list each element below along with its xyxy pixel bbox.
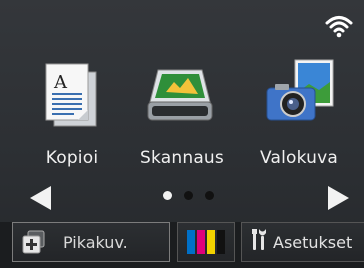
next-page-arrow-icon[interactable] — [324, 184, 352, 212]
shortcut-label: Pikakuv. — [63, 232, 128, 252]
wrench-screwdriver-icon — [242, 228, 268, 256]
photo-label: Valokuva — [259, 148, 339, 168]
svg-text:A: A — [53, 72, 68, 93]
ink-cyan — [187, 230, 195, 254]
photo-app-button[interactable]: Valokuva — [244, 58, 354, 168]
page-dot-3 — [205, 191, 214, 200]
scan-app-button[interactable]: Skannaus — [127, 58, 237, 168]
ink-magenta — [197, 230, 205, 254]
settings-label: Asetukset — [273, 232, 353, 252]
page-dot-1 — [163, 191, 172, 200]
photo-camera-icon — [261, 58, 337, 134]
page-indicator — [163, 191, 223, 203]
copy-label: Kopioi — [45, 148, 99, 168]
ink-button[interactable] — [177, 222, 235, 262]
ink-black — [217, 230, 225, 254]
scanner-icon — [144, 58, 220, 134]
copy-app-button[interactable]: A Kopioi — [17, 58, 127, 168]
ink-yellow — [207, 230, 215, 254]
page-dot-2 — [184, 191, 193, 200]
previous-page-arrow-icon[interactable] — [27, 184, 55, 212]
copy-icon: A — [34, 58, 110, 134]
scan-label: Skannaus — [140, 148, 224, 168]
wifi-icon — [325, 14, 353, 38]
add-shortcut-icon — [21, 229, 47, 255]
settings-button[interactable]: Asetukset — [241, 222, 364, 262]
shortcut-button[interactable]: Pikakuv. — [12, 222, 170, 262]
